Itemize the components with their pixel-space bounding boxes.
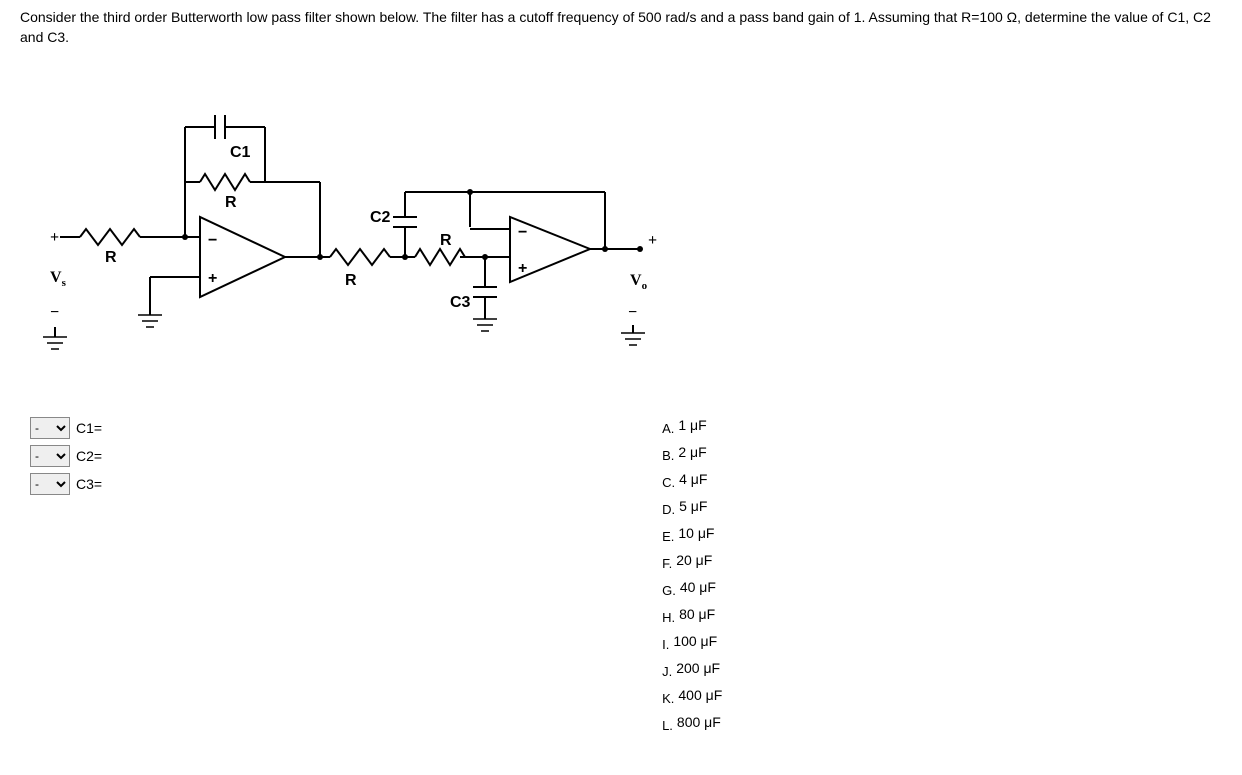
svg-text:+: +: [208, 270, 217, 287]
choice-b: B.2 μF: [662, 444, 722, 460]
label-c2: C2=: [76, 448, 102, 464]
choice-f: F.20 μF: [662, 552, 722, 568]
dropdown-c2[interactable]: -: [30, 445, 70, 467]
svg-text:−: −: [518, 224, 527, 241]
circuit-diagram: + Vs − R C1: [30, 67, 670, 357]
answer-choices: A.1 μF B.2 μF C.4 μF D.5 μF E.10 μF F.20…: [662, 417, 722, 730]
label-c3: C3=: [76, 476, 102, 492]
choice-l: L.800 μF: [662, 714, 722, 730]
answer-dropdowns: - C1= - C2= - C3=: [30, 417, 102, 501]
svg-text:C2: C2: [370, 209, 391, 226]
vs-plus: +: [50, 229, 59, 246]
label-c1: C1=: [76, 420, 102, 436]
svg-text:Vs: Vs: [50, 269, 67, 289]
svg-text:R: R: [105, 249, 117, 266]
svg-text:+: +: [648, 232, 657, 249]
choice-h: H.80 μF: [662, 606, 722, 622]
svg-text:C3: C3: [450, 294, 471, 311]
dropdown-c3[interactable]: -: [30, 473, 70, 495]
svg-text:+: +: [518, 260, 527, 277]
question-text: Consider the third order Butterworth low…: [20, 8, 1222, 47]
choice-d: D.5 μF: [662, 498, 722, 514]
choice-g: G.40 μF: [662, 579, 722, 595]
choice-k: K.400 μF: [662, 687, 722, 703]
choice-i: I.100 μF: [662, 633, 722, 649]
choice-a: A.1 μF: [662, 417, 722, 433]
svg-text:C1: C1: [230, 144, 251, 161]
svg-text:−: −: [208, 232, 217, 249]
svg-text:R: R: [440, 232, 452, 249]
vs-minus: −: [50, 304, 59, 321]
choice-j: J.200 μF: [662, 660, 722, 676]
svg-text:R: R: [345, 272, 357, 289]
choice-c: C.4 μF: [662, 471, 722, 487]
svg-text:Vo: Vo: [630, 272, 648, 292]
dropdown-c1[interactable]: -: [30, 417, 70, 439]
svg-text:−: −: [628, 304, 637, 321]
svg-text:R: R: [225, 194, 237, 211]
choice-e: E.10 μF: [662, 525, 722, 541]
